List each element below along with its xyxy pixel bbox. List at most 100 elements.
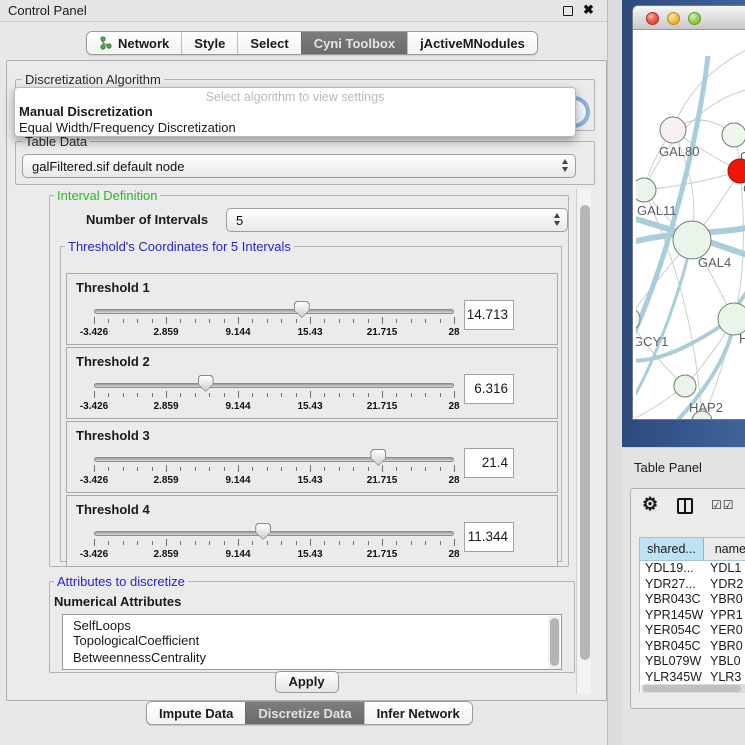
threshold-2-slider[interactable]: -3.4262.8599.14415.4321.71528 [94,374,454,418]
horizontal-scrollbar[interactable] [641,684,745,693]
tab-impute-data[interactable]: Impute Data [147,702,245,724]
table-row[interactable]: YPR145WYPR1 [640,608,745,624]
number-of-intervals-combobox[interactable]: 5 [226,208,568,232]
slider-tick-labels: -3.4262.8599.14415.4321.71528 [94,401,454,413]
control-panel-window: Control Panel ✖ Network Style Select [0,0,622,745]
network-desktop-frame: GAL80GACGAL11GAL4GCY1HHAP2 [622,0,745,447]
interval-definition-group: Interval Definition Number of Intervals … [49,195,569,567]
table-row[interactable]: YBR043CYBR0 [640,592,745,608]
list-item[interactable]: TopologicalCoefficient [63,632,561,649]
tab-infer-network-label: Infer Network [377,706,460,721]
table-panel-box: ⚙ ☑☑ shared... name YDL19...YDL1YDR27...… [630,488,745,709]
network-node[interactable] [674,375,696,397]
scrollbar-thumb[interactable] [643,685,741,692]
slider-track [94,383,454,388]
network-node[interactable] [722,123,745,147]
column-split-icon[interactable] [677,498,693,514]
threshold-4-slider[interactable]: -3.4262.8599.14415.4321.71528 [94,522,454,566]
panel-gutter [608,0,622,745]
threshold-3-value-field[interactable]: 21.4 [464,448,514,478]
algorithm-hint-option[interactable]: Select algorithm to view settings [15,90,575,104]
thresholds-group: Threshold's Coordinates for 5 Intervals … [60,246,562,562]
slider-thumb[interactable] [294,301,310,318]
threshold-1-value-field[interactable]: 14.713 [464,300,514,330]
column-header-shared-name[interactable]: shared... [640,538,704,560]
slider-thumb[interactable] [255,523,271,540]
float-window-icon[interactable] [563,6,573,16]
tab-style[interactable]: Style [181,32,237,54]
network-node-label: GAL4 [698,255,731,270]
attributes-group-label: Attributes to discretize [54,574,188,589]
threshold-1-slider[interactable]: -3.4262.8599.14415.4321.71528 [94,300,454,344]
control-panel-tabbar: Network Style Select Cyni Toolbox jActiv… [86,31,538,55]
slider-ticks [94,391,454,400]
stepper-arrows-icon [562,159,568,172]
threshold-4-label: Threshold 4 [76,502,150,517]
list-item[interactable]: BetweennessCentrality [63,649,561,666]
threshold-3-label: Threshold 3 [76,428,150,443]
table-row[interactable]: YER054CYER0 [640,623,745,639]
list-item[interactable]: SelfLoops [63,615,561,632]
network-node[interactable] [660,117,686,143]
slider-thumb[interactable] [198,375,214,392]
algorithm-option-manual[interactable]: Manual Discretization [19,104,153,119]
list-scrollbar[interactable] [548,616,560,670]
number-of-intervals-label: Number of Intervals [86,212,208,227]
tab-discretize-data-label: Discretize Data [258,706,351,721]
tab-select-label: Select [250,36,288,51]
stepper-arrows-icon [554,213,560,226]
slider-track [94,309,454,314]
tab-discretize-data[interactable]: Discretize Data [245,702,363,724]
table-data-group: Table Data galFiltered.sif default node [15,141,595,185]
slider-track [94,457,454,462]
node-table: shared... name YDL19...YDL1YDR27...YDR2Y… [639,537,745,692]
table-row[interactable]: YLR345WYLR3 [640,670,745,684]
threshold-1-label: Threshold 1 [76,280,150,295]
threshold-2-panel: Threshold 2 -3.4262.8599.14415.4321.7152… [66,347,558,419]
numerical-attributes-list[interactable]: SelfLoops TopologicalCoefficient Between… [62,614,562,670]
table-data-combobox[interactable]: galFiltered.sif default node [22,154,576,178]
network-canvas[interactable]: GAL80GACGAL11GAL4GCY1HHAP2 [636,30,745,420]
tab-cyni-toolbox[interactable]: Cyni Toolbox [301,32,407,54]
scrollbar-thumb[interactable] [580,205,590,660]
slider-tick-labels: -3.4262.8599.14415.4321.71528 [94,549,454,561]
close-icon[interactable]: ✖ [583,2,594,18]
column-header-name[interactable]: name [704,538,745,560]
right-panel: GAL80GACGAL11GAL4GCY1HHAP2 Table Panel ⚙… [622,0,745,745]
network-window-titlebar [633,6,745,30]
network-node[interactable] [728,159,745,183]
slider-thumb[interactable] [370,449,386,466]
slider-ticks [94,317,454,326]
tab-network[interactable]: Network [87,32,181,54]
vertical-scrollbar[interactable] [576,189,591,694]
tab-select[interactable]: Select [237,32,300,54]
scrollbar-thumb[interactable] [550,618,559,666]
screenshot-root: Control Panel ✖ Network Style Select [0,0,745,745]
table-row[interactable]: YBR045CYBR0 [640,639,745,655]
tab-infer-network[interactable]: Infer Network [364,702,472,724]
bottom-tabbar: Impute Data Discretize Data Infer Networ… [146,701,473,725]
interval-definition-label: Interval Definition [54,188,160,203]
algorithm-option-equal-width[interactable]: Equal Width/Frequency Discretization [19,120,236,135]
threshold-2-value-field[interactable]: 6.316 [464,374,514,404]
network-icon [99,36,113,50]
table-row[interactable]: YBL079WYBL0 [640,654,745,670]
network-node[interactable] [673,221,711,259]
network-view-window: GAL80GACGAL11GAL4GCY1HHAP2 [632,5,745,420]
tab-jactivemnodules-label: jActiveMNodules [420,36,525,51]
threshold-4-value-field[interactable]: 11.344 [464,522,514,552]
threshold-3-slider[interactable]: -3.4262.8599.14415.4321.71528 [94,448,454,492]
zoom-traffic-light-icon[interactable] [688,12,701,25]
threshold-3-panel: Threshold 3 -3.4262.8599.14415.4321.7152… [66,421,558,493]
close-traffic-light-icon[interactable] [646,12,659,25]
tab-jactivemnodules[interactable]: jActiveMNodules [407,32,537,54]
table-rows: YDL19...YDL1YDR27...YDR2YBR043CYBR0YPR14… [640,561,745,683]
minimize-traffic-light-icon[interactable] [667,12,680,25]
table-row[interactable]: YDR27...YDR2 [640,577,745,593]
table-row[interactable]: YDL19...YDL1 [640,561,745,577]
apply-button[interactable]: Apply [275,671,339,693]
tab-style-label: Style [194,36,225,51]
network-node[interactable] [636,178,656,202]
gear-icon[interactable]: ⚙ [642,494,658,515]
checkbox-icons[interactable]: ☑☑ [711,498,735,512]
